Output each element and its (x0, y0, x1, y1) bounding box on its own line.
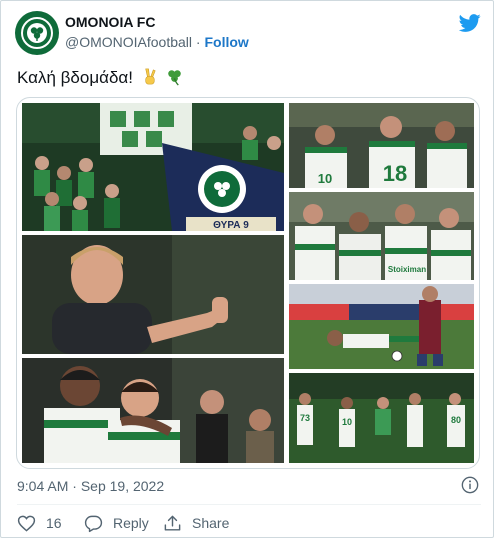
shirt-number-2: 18 (383, 161, 407, 186)
like-count: 16 (46, 515, 62, 531)
shirt-number-4: 10 (342, 417, 352, 427)
like-button[interactable]: 16 (17, 513, 62, 533)
victory-hand-icon (145, 68, 156, 85)
photo-team-on-pitch[interactable]: 73 10 80 (289, 373, 474, 463)
follow-button[interactable]: Follow (204, 34, 248, 50)
omonoia-logo-icon (16, 12, 58, 54)
info-icon[interactable] (461, 476, 479, 494)
photo-players-group[interactable]: Stoiximan (289, 192, 474, 280)
reply-icon (84, 515, 103, 532)
account-avatar[interactable] (15, 11, 59, 55)
share-icon (164, 515, 181, 531)
reply-label: Reply (113, 515, 149, 531)
shirt-number-1: 10 (318, 171, 332, 186)
shamrock-icon (168, 70, 182, 86)
flag-text: ΘΥΡΑ 9 (213, 220, 249, 231)
tweet-time: 9:04 AM (17, 478, 69, 494)
account-name[interactable]: OMONOIA FC (65, 14, 155, 30)
twitter-bird-icon[interactable] (459, 12, 481, 34)
shirt-number-3: 73 (300, 413, 310, 423)
photo-collage[interactable]: ΘΥΡΑ 9 10 18 Stoiximan 73 10 80 (16, 97, 480, 469)
photo-players-celebrating[interactable]: 10 18 (289, 103, 474, 188)
tweet-text: Καλή βδομάδα! (17, 67, 184, 88)
photo-coach[interactable] (22, 235, 284, 354)
photo-fans-flag[interactable]: ΘΥΡΑ 9 (22, 103, 284, 231)
tweet-timestamp[interactable]: 9:04 AM · Sep 19, 2022 (17, 478, 164, 494)
account-handle-row: @OMONOIAfootball · Follow (65, 34, 249, 50)
divider (17, 504, 481, 505)
photo-match-action[interactable] (289, 284, 474, 369)
timestamp-separator: · (72, 478, 77, 494)
reply-button[interactable]: Reply (84, 513, 149, 533)
tweet-text-content: Καλή βδομάδα! (17, 68, 133, 87)
shirt-number-5: 80 (451, 415, 461, 425)
photo-players-hugging[interactable] (22, 358, 284, 463)
tweet-date: Sep 19, 2022 (80, 478, 165, 494)
tweet-card: OMONOIA FC @OMONOIAfootball · Follow Καλ… (0, 0, 494, 538)
share-label: Share (192, 515, 230, 531)
share-button[interactable]: Share (163, 513, 229, 533)
heart-icon (17, 515, 36, 532)
account-handle[interactable]: @OMONOIAfootball (65, 34, 192, 50)
handle-separator: · (195, 34, 201, 50)
shirt-sponsor-text: Stoiximan (388, 265, 426, 274)
